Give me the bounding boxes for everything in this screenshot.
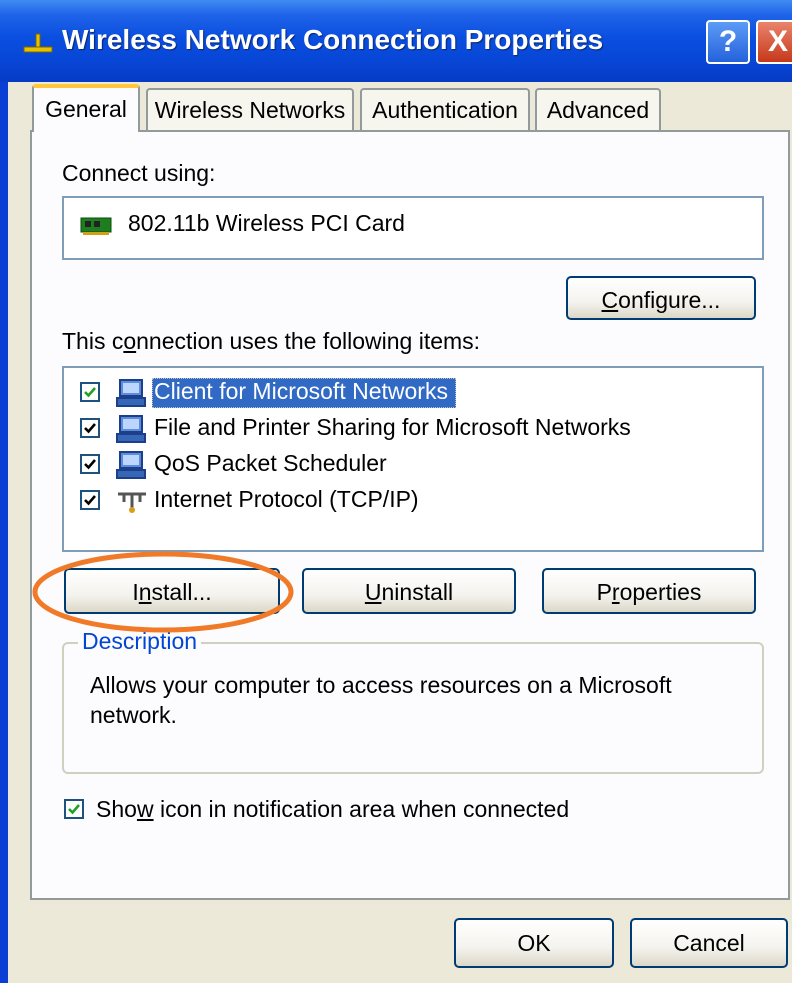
title-bar[interactable]: Wireless Network Connection Properties ?… [0,0,792,82]
dialog-window: Wireless Network Connection Properties ?… [0,0,792,983]
close-button[interactable]: X [756,20,792,64]
checkbox[interactable] [80,454,100,474]
item-label: File and Printer Sharing for Microsoft N… [154,414,631,440]
network-card-icon [80,217,112,235]
network-service-icon [116,415,146,443]
checkbox[interactable] [80,490,100,510]
ok-button[interactable]: OK [454,918,614,968]
uninstall-label: Uninstall [364,579,454,605]
tab-wireless-networks[interactable]: Wireless Networks [146,88,354,130]
tab-general[interactable]: General [32,84,140,132]
list-item[interactable]: Internet Protocol (TCP/IP) [80,486,760,516]
cancel-button[interactable]: Cancel [630,918,788,968]
item-label: QoS Packet Scheduler [154,450,387,476]
configure-label: Configure... [601,287,721,313]
tab-authentication[interactable]: Authentication [360,88,530,130]
adapter-name: 802.11b Wireless PCI Card [128,210,405,236]
uninstall-button[interactable]: Uninstall [302,568,516,614]
item-label: Client for Microsoft Networks [154,378,448,404]
network-connection-icon [23,33,53,53]
show-icon-checkbox[interactable] [64,799,84,819]
show-icon-option[interactable]: Show icon in notification area when conn… [64,796,624,826]
list-item[interactable]: Client for Microsoft Networks [80,378,760,408]
network-service-icon [116,451,146,479]
window-title: Wireless Network Connection Properties [62,24,604,55]
list-item[interactable]: File and Printer Sharing for Microsoft N… [80,414,760,444]
configure-button[interactable]: Configure... [566,276,756,320]
checkbox[interactable] [80,418,100,438]
show-icon-label: Show icon in notification area when conn… [96,796,570,822]
properties-label: Properties [596,579,702,605]
annotation-highlight-circle [32,551,294,633]
properties-button[interactable]: Properties [542,568,756,614]
tab-advanced[interactable]: Advanced [535,88,661,130]
checkbox[interactable] [80,382,100,402]
list-item[interactable]: QoS Packet Scheduler [80,450,760,480]
item-label: Internet Protocol (TCP/IP) [154,486,419,512]
help-button[interactable]: ? [706,20,750,64]
items-label: This connection uses the following items… [62,328,481,354]
protocol-icon [118,492,146,513]
connect-using-label: Connect using: [62,160,216,186]
network-client-icon [116,379,146,407]
description-text: Allows your computer to access resources… [90,672,672,728]
